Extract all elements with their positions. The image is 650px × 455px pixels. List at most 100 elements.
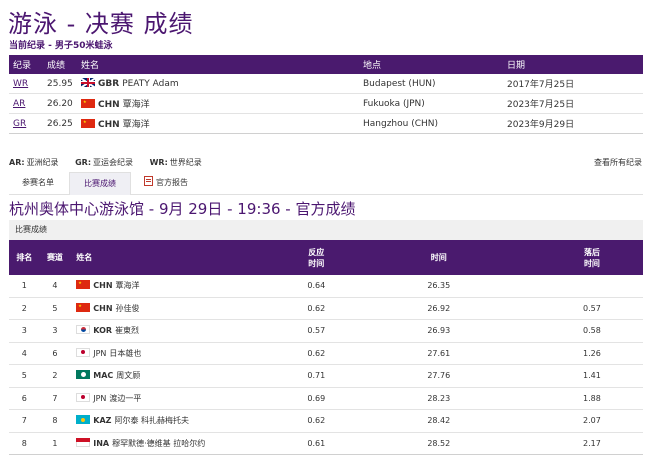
results-header-rank: 排名 — [9, 240, 40, 275]
result-time: 26.35 — [336, 275, 541, 298]
tab-entries[interactable]: 参赛名单 — [9, 172, 67, 194]
session-title: 杭州奥体中心游泳馆 - 9月 29日 - 19:36 - 官方成绩 — [9, 200, 356, 218]
result-row[interactable]: 6 7 JPN 渡边一平 0.69 28.23 1.88 — [9, 387, 643, 410]
record-date: 2017年7月25日 — [503, 74, 643, 94]
result-lane: 3 — [39, 319, 71, 343]
view-all-records-link[interactable]: 查看所有纪录 — [594, 157, 642, 168]
record-code-link[interactable]: AR — [13, 99, 25, 109]
tab-report[interactable]: 官方报告 — [133, 172, 199, 194]
result-row[interactable]: 1 4 ★ CHN 覃海洋 0.64 26.35 — [9, 275, 643, 298]
ina-flag-icon — [76, 437, 91, 447]
result-rank: 6 — [9, 387, 40, 410]
records-header-name: 姓名 — [77, 55, 359, 74]
result-athlete-name: 阿尔泰 科扎赫梅托夫 — [114, 416, 189, 426]
result-row[interactable]: 2 5 ★ CHN 孙佳俊 0.62 26.92 0.57 — [9, 297, 643, 320]
chn-flag-icon: ★ — [81, 99, 95, 108]
result-row[interactable]: 4 6 JPN 日本雄也 0.62 27.61 1.26 — [9, 342, 643, 365]
result-reaction-time: 0.69 — [295, 387, 337, 410]
results-section-label: 比赛成绩 — [9, 220, 643, 240]
result-time: 27.76 — [336, 364, 541, 388]
result-noc: CHN — [93, 303, 113, 313]
record-noc: CHN — [98, 100, 120, 110]
records-header-code: 纪录 — [9, 55, 43, 74]
jpn-flag-icon — [76, 347, 91, 357]
result-lane: 8 — [39, 409, 71, 433]
chn-flag-icon: ★ — [81, 119, 95, 128]
record-place: Budapest (HUN) — [359, 74, 503, 94]
result-row[interactable]: 5 2 MAC 周文顾 0.71 27.76 1.41 — [9, 364, 643, 388]
record-row: AR 26.20 ★ CHN 覃海洋 Fukuoka (JPN) 2023年7月25日 — [9, 93, 643, 114]
result-rank: 8 — [9, 432, 40, 455]
result-row[interactable]: 8 1 INA 穆罕默德·德维基 拉哈尔约 0.61 28.52 2.17 — [9, 432, 643, 455]
results-header-reaction-line1: 反应 — [308, 247, 325, 257]
result-noc: JPN — [93, 348, 107, 358]
kaz-flag-icon — [76, 415, 91, 425]
result-reaction-time: 0.62 — [295, 297, 337, 320]
legend-wr-text: 世界纪录 — [169, 158, 202, 167]
result-time: 28.23 — [336, 387, 541, 410]
result-time-behind: 1.41 — [540, 364, 643, 388]
records-header-place: 地点 — [359, 55, 503, 74]
result-time-behind — [540, 275, 643, 298]
record-noc: CHN — [98, 120, 120, 130]
result-reaction-time: 0.57 — [295, 319, 337, 343]
result-rank: 5 — [9, 364, 40, 388]
legend-ar-code: AR: — [9, 158, 25, 167]
result-lane: 7 — [39, 387, 71, 410]
mac-flag-icon — [76, 370, 91, 380]
records-header-time: 成绩 — [43, 55, 77, 74]
record-noc: GBR — [98, 79, 120, 89]
result-reaction-time: 0.62 — [295, 342, 337, 365]
result-time: 28.52 — [336, 432, 541, 455]
result-athlete-name: 日本雄也 — [109, 348, 142, 358]
result-rank: 4 — [9, 342, 40, 365]
result-rank: 2 — [9, 297, 40, 320]
result-time: 26.92 — [336, 297, 541, 320]
result-time-behind: 0.58 — [540, 319, 643, 343]
result-athlete-name: 穆罕默德·德维基 拉哈尔约 — [112, 438, 206, 448]
result-rank: 1 — [9, 275, 40, 298]
record-date: 2023年9月29日 — [503, 113, 643, 134]
result-athlete-name: 渡边一平 — [109, 393, 142, 403]
tab-report-label: 官方报告 — [156, 178, 188, 187]
result-reaction-time: 0.61 — [295, 432, 337, 455]
result-noc: JPN — [93, 393, 107, 403]
legend-wr-code: WR: — [149, 158, 168, 167]
result-athlete-name: 周文顾 — [116, 371, 141, 381]
results-header-behind: 落后 时间 — [540, 240, 643, 275]
result-row[interactable]: 3 3 KOR 崔東烈 0.57 26.93 0.58 — [9, 319, 643, 343]
results-header-lane: 赛道 — [39, 240, 71, 275]
record-athlete-name: PEATY Adam — [122, 79, 179, 89]
records-table-container: 纪录 成绩 姓名 地点 日期 WR 25.95 GBR PEATY Adam Budap… — [9, 55, 643, 134]
tab-results[interactable]: 比赛成绩 — [69, 172, 131, 195]
record-time: 25.95 — [43, 74, 77, 94]
result-time: 26.93 — [336, 319, 541, 343]
record-code-link[interactable]: GR — [13, 119, 26, 129]
legend-ar-text: 亚洲纪录 — [26, 158, 59, 167]
record-code-link[interactable]: WR — [13, 79, 28, 89]
result-athlete-name: 覃海洋 — [115, 281, 140, 291]
result-athlete-name: 孙佳俊 — [115, 303, 140, 313]
kor-flag-icon — [76, 325, 91, 335]
result-lane: 5 — [39, 297, 71, 320]
result-time-behind: 1.88 — [540, 387, 643, 410]
result-rank: 7 — [9, 409, 40, 433]
legend-gr-code: GR: — [75, 158, 92, 167]
result-row[interactable]: 7 8 KAZ 阿尔泰 科扎赫梅托夫 0.62 28.42 2.07 — [9, 409, 643, 433]
result-time-behind: 2.07 — [540, 409, 643, 433]
result-time-behind: 0.57 — [540, 297, 643, 320]
result-time-behind: 1.26 — [540, 342, 643, 365]
results-header-behind-line2: 时间 — [583, 258, 600, 268]
record-athlete-name: 覃海洋 — [122, 120, 150, 130]
record-date: 2023年7月25日 — [503, 93, 643, 114]
results-table: 排名 赛道 姓名 反应 时间 时间 落后 时间 1 4 ★ CHN 覃海洋 0.64 26.35… — [9, 240, 643, 455]
chn-flag-icon: ★ — [76, 302, 91, 312]
results-header-behind-line1: 落后 — [583, 247, 600, 257]
legend-gr-text: 亚运会纪录 — [93, 158, 134, 167]
jpn-flag-icon — [76, 392, 91, 402]
result-lane: 1 — [39, 432, 71, 455]
results-header-reaction: 反应 时间 — [295, 240, 337, 275]
result-time: 27.61 — [336, 342, 541, 365]
result-time-behind: 2.17 — [540, 432, 643, 455]
result-rank: 3 — [9, 319, 40, 343]
